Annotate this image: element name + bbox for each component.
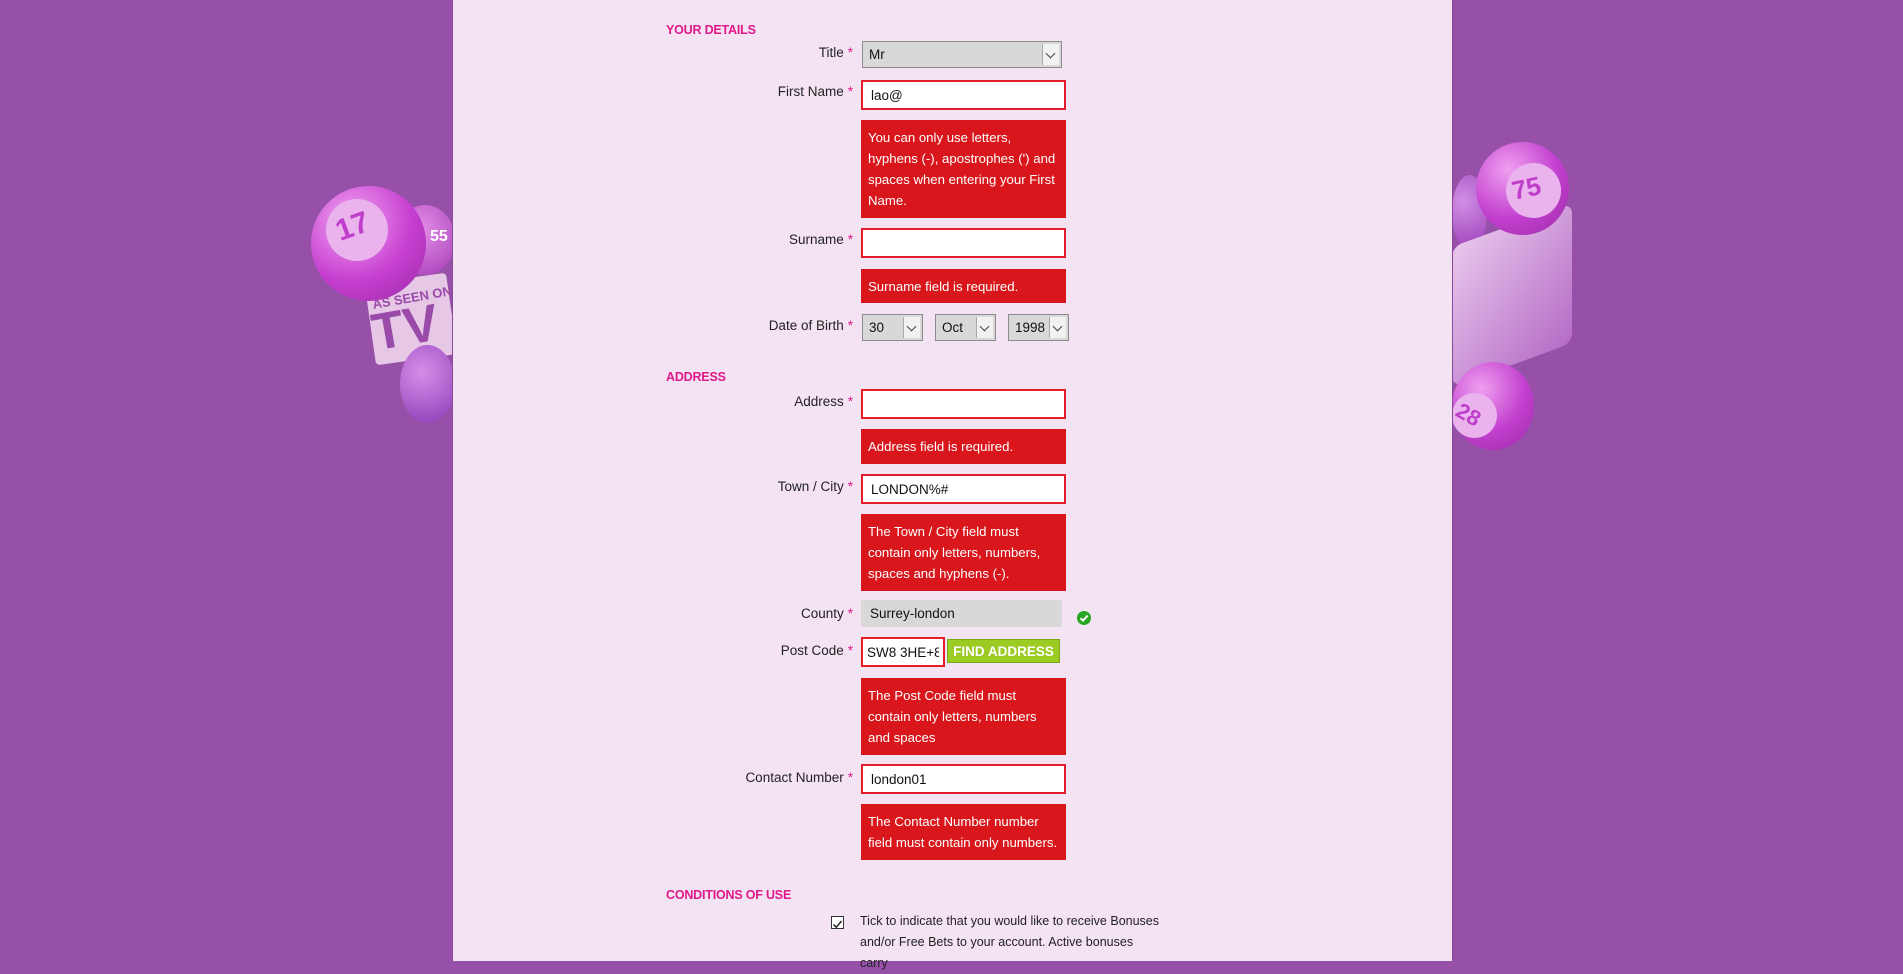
contact-input[interactable] bbox=[861, 764, 1066, 794]
surname-input[interactable] bbox=[861, 228, 1066, 258]
county-input[interactable] bbox=[861, 600, 1062, 627]
postcode-input[interactable] bbox=[861, 637, 945, 667]
town-label: Town / City * bbox=[777, 479, 853, 494]
chevron-down-icon bbox=[976, 317, 993, 338]
dob-month-select[interactable]: Oct bbox=[935, 314, 996, 341]
town-error: The Town / City field must contain only … bbox=[861, 514, 1066, 591]
postcode-label: Post Code * bbox=[780, 643, 853, 658]
chevron-down-icon bbox=[1049, 317, 1066, 338]
find-address-button[interactable]: FIND ADDRESS bbox=[947, 639, 1060, 663]
valid-check-icon bbox=[1077, 611, 1091, 625]
contact-label: Contact Number * bbox=[745, 770, 853, 785]
title-select[interactable]: Mr bbox=[862, 41, 1062, 68]
dob-year-select[interactable]: 1998 bbox=[1008, 314, 1069, 341]
address-label: Address * bbox=[794, 394, 853, 409]
address-input[interactable] bbox=[861, 389, 1066, 419]
postcode-error: The Post Code field must contain only le… bbox=[861, 678, 1066, 755]
checkmark-icon bbox=[832, 920, 843, 929]
ball-number: 75 bbox=[1509, 170, 1544, 206]
town-input[interactable] bbox=[861, 474, 1066, 504]
ball-number: 55 bbox=[430, 228, 448, 245]
county-label: County * bbox=[800, 606, 853, 621]
bingo-ball-decor bbox=[400, 345, 455, 423]
contact-error: The Contact Number number field must con… bbox=[861, 804, 1066, 860]
dob-label: Date of Birth * bbox=[768, 318, 853, 333]
dob-day-select[interactable]: 30 bbox=[862, 314, 923, 341]
first-name-error: You can only use letters, hyphens (-), a… bbox=[861, 120, 1066, 218]
section-address: ADDRESS bbox=[666, 370, 726, 384]
surname-label: Surname * bbox=[788, 232, 853, 247]
section-your-details: YOUR DETAILS bbox=[666, 23, 756, 37]
section-conditions: CONDITIONS OF USE bbox=[666, 888, 792, 902]
bonus-consent-checkbox[interactable] bbox=[831, 916, 844, 929]
surname-error: Surname field is required. bbox=[861, 269, 1066, 303]
chevron-down-icon bbox=[1042, 44, 1059, 65]
title-label: Title * bbox=[818, 45, 853, 60]
address-error: Address field is required. bbox=[861, 429, 1066, 464]
first-name-label: First Name * bbox=[777, 84, 853, 99]
bonus-consent-text: Tick to indicate that you would like to … bbox=[860, 914, 1159, 970]
chevron-down-icon bbox=[903, 317, 920, 338]
first-name-input[interactable] bbox=[861, 80, 1066, 110]
